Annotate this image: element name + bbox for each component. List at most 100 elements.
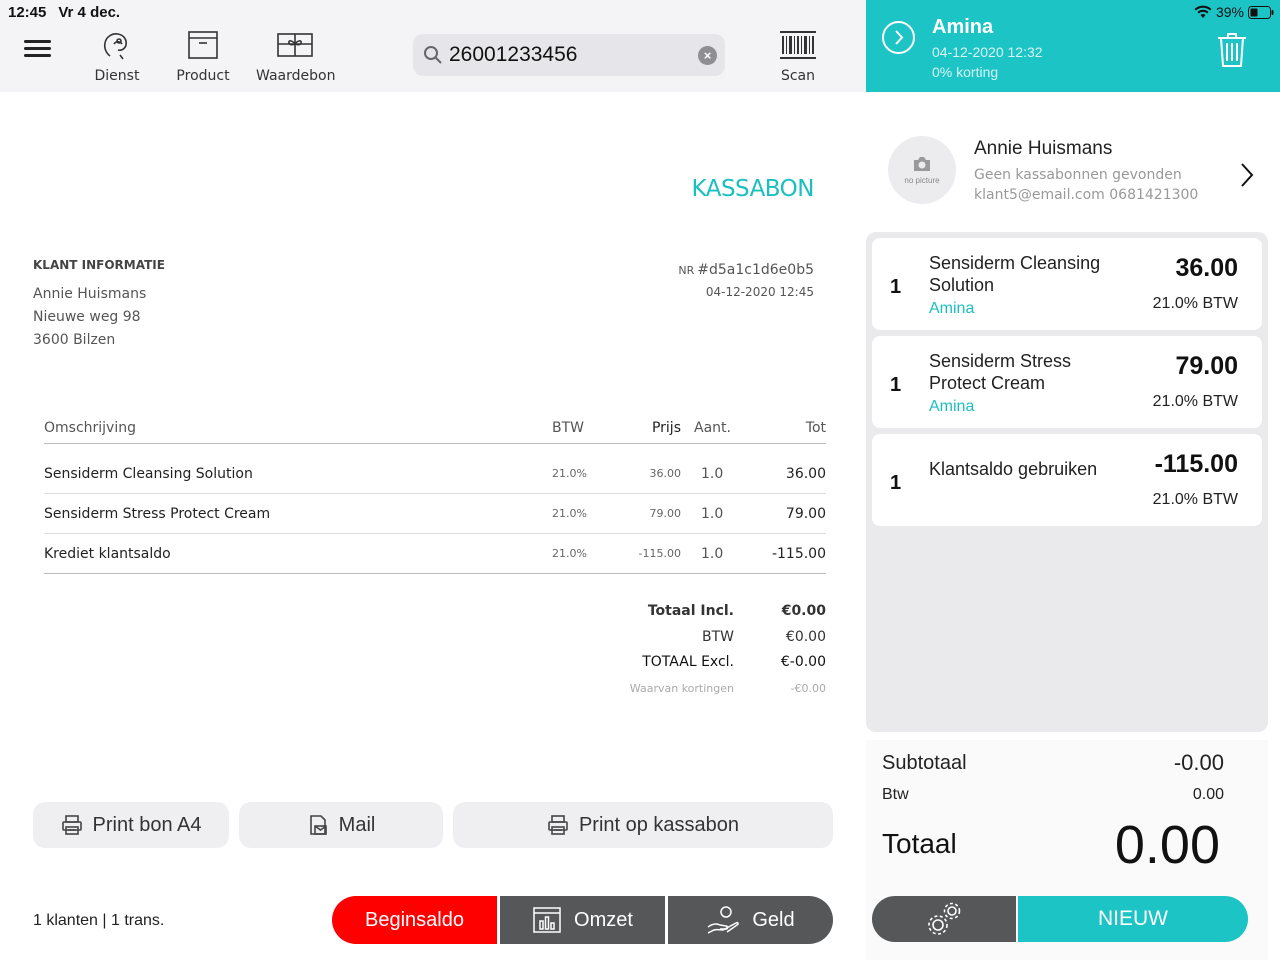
customer-card[interactable]: no picture Annie Huismans Geen kassabonn… <box>866 120 1280 220</box>
cart-item-price: 36.00 <box>1175 254 1238 282</box>
start-balance-label: Beginsaldo <box>365 908 464 931</box>
table-body: Sensiderm Cleansing Solution 21.0% 36.00… <box>44 454 826 574</box>
status-date: Vr 4 dec. <box>58 4 121 21</box>
toolbar: 12:45 Vr 4 dec. Dienst Product Waardebon… <box>0 0 866 92</box>
session-employee: Amina <box>932 16 994 38</box>
printer-icon <box>548 815 568 835</box>
receipt-title: KASSABON <box>691 176 815 202</box>
wifi-icon <box>1194 5 1212 18</box>
cart-pane: Amina 04-12-2020 12:32 0% korting 39% no… <box>866 0 1280 960</box>
mail-button[interactable]: Mail <box>239 802 443 848</box>
cart-item-name: Klantsaldo gebruiken <box>929 459 1098 479</box>
app-root: 12:45 Vr 4 dec. Dienst Product Waardebon… <box>0 0 1280 960</box>
cart-item-name-block: Sensiderm Stress Protect Cream Amina <box>929 350 1129 418</box>
total-excl-label: TOTAAL Excl. <box>642 654 734 670</box>
product-button[interactable]: Product <box>174 26 232 84</box>
new-transaction-button[interactable]: NIEUW <box>1018 896 1248 942</box>
row-total: 79.00 <box>785 506 826 522</box>
session-header: Amina 04-12-2020 12:32 0% korting 39% <box>866 0 1280 92</box>
session-datetime: 04-12-2020 12:32 <box>932 44 1043 60</box>
bar-chart-icon <box>533 907 561 933</box>
mail-label: Mail <box>338 813 376 836</box>
service-button[interactable]: Dienst <box>94 26 140 84</box>
customer-receipts-status: Geen kassabonnen gevonden <box>974 167 1182 183</box>
vat-summary-value: 0.00 <box>1192 786 1224 803</box>
cart-item-employee: Amina <box>929 300 975 317</box>
cart-item-qty: 1 <box>890 276 902 298</box>
cart-item-name-block: Sensiderm Cleansing Solution Amina <box>929 252 1129 320</box>
discount-value: -€0.00 <box>790 682 826 695</box>
client-city: 3600 Bilzen <box>33 332 116 348</box>
gears-icon <box>928 902 961 935</box>
search-bar: × <box>413 34 725 76</box>
menu-icon <box>24 40 51 43</box>
total-value: 0.00 <box>1114 815 1220 875</box>
row-price: -115.00 <box>638 547 681 560</box>
revenue-label: Omzet <box>574 908 633 931</box>
cart-item-vat: 21.0% BTW <box>1152 295 1238 312</box>
row-description: Krediet klantsaldo <box>44 546 171 562</box>
status-time-date: 12:45 Vr 4 dec. <box>8 4 132 21</box>
print-receipt-label: Print op kassabon <box>578 813 740 836</box>
cart-item[interactable]: 1 Sensiderm Stress Protect Cream Amina 7… <box>872 336 1262 428</box>
receipt-number: NR #d5a1c1d6e0b5 <box>678 262 814 278</box>
barcode-icon <box>776 26 820 64</box>
cart-item[interactable]: 1 Klantsaldo gebruiken -115.00 21.0% BTW <box>872 434 1262 526</box>
row-total: 36.00 <box>785 466 826 482</box>
col-vat: BTW <box>552 420 584 436</box>
table-row: Krediet klantsaldo 21.0% -115.00 1.0 -11… <box>44 534 826 574</box>
row-vat: 21.0% <box>552 507 587 520</box>
cart-item-vat: 21.0% BTW <box>1152 491 1238 508</box>
cart-list: 1 Sensiderm Cleansing Solution Amina 36.… <box>866 232 1268 732</box>
search-input[interactable] <box>449 40 699 70</box>
row-price: 36.00 <box>649 467 682 480</box>
voucher-button[interactable]: Waardebon <box>256 26 335 84</box>
cart-item-name: Sensiderm Cleansing Solution <box>929 253 1101 295</box>
total-incl-value: €0.00 <box>781 603 826 619</box>
print-receipt-button[interactable]: Print op kassabon <box>453 802 833 848</box>
total-label: Totaal <box>882 828 957 859</box>
printer-icon <box>61 815 82 835</box>
menu-icon-bar <box>24 47 51 50</box>
vat-label: BTW <box>702 629 734 645</box>
receipt-number-value: #d5a1c1d6e0b5 <box>697 262 814 278</box>
client-name: Annie Huismans <box>33 286 147 302</box>
print-a4-button[interactable]: Print bon A4 <box>33 802 229 848</box>
receipt-pane: 12:45 Vr 4 dec. Dienst Product Waardebon… <box>0 0 866 960</box>
row-qty: 1.0 <box>701 506 724 522</box>
collapse-button[interactable] <box>882 21 915 54</box>
money-button[interactable]: Geld <box>668 896 833 944</box>
transaction-stats: 1 klanten | 1 trans. <box>33 912 165 929</box>
col-description: Omschrijving <box>44 420 136 436</box>
cart-item-qty: 1 <box>890 374 902 396</box>
revenue-button[interactable]: Omzet <box>500 896 665 944</box>
cart-item-employee: Amina <box>929 398 975 415</box>
avatar: no picture <box>888 136 956 204</box>
customer-contact: klant5@email.com 0681421300 <box>974 187 1199 203</box>
cart-item-name-block: Klantsaldo gebruiken <box>929 458 1149 480</box>
row-vat: 21.0% <box>552 467 587 480</box>
start-balance-button[interactable]: Beginsaldo <box>332 896 497 944</box>
cart-item[interactable]: 1 Sensiderm Cleansing Solution Amina 36.… <box>872 238 1262 330</box>
client-street: Nieuwe weg 98 <box>33 309 141 325</box>
row-description: Sensiderm Stress Protect Cream <box>44 506 271 522</box>
row-price: 79.00 <box>649 507 682 520</box>
session-discount: 0% korting <box>932 64 999 80</box>
menu-button[interactable] <box>24 38 52 58</box>
scan-label: Scan <box>780 68 816 84</box>
scan-button[interactable]: Scan <box>776 26 820 84</box>
settings-button[interactable] <box>872 896 1016 942</box>
col-qty: Aant. <box>694 420 731 436</box>
clear-search-icon[interactable]: × <box>698 46 717 65</box>
trash-icon <box>1218 33 1246 67</box>
delete-button[interactable] <box>1216 32 1248 73</box>
gift-voucher-icon <box>256 26 334 64</box>
total-incl-label: Totaal Incl. <box>647 603 734 619</box>
new-transaction-label: NIEUW <box>1098 907 1168 930</box>
row-qty: 1.0 <box>701 546 724 562</box>
row-vat: 21.0% <box>552 547 587 560</box>
table-header: Omschrijving BTW Prijs Aant. Tot <box>44 414 826 444</box>
status-indicators: 39% <box>1194 4 1274 20</box>
vat-summary-label: Btw <box>882 786 909 803</box>
table-row: Sensiderm Stress Protect Cream 21.0% 79.… <box>44 494 826 534</box>
